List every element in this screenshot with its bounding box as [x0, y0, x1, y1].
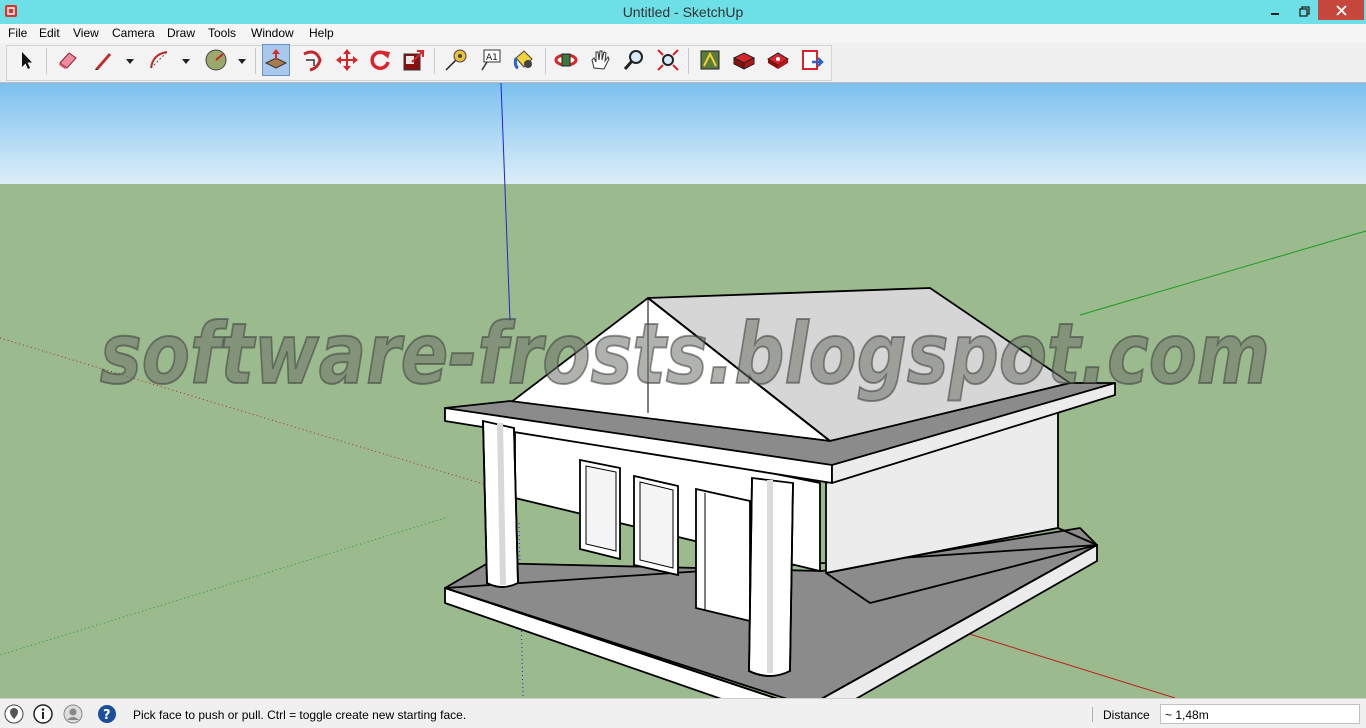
menu-bar: File Edit View Camera Draw Tools Window … [0, 24, 1366, 43]
toolbar-separator [46, 48, 47, 74]
model-viewport[interactable]: software-frosts.blogspot.com [0, 83, 1366, 698]
3d-warehouse-icon [700, 50, 720, 70]
paint-bucket-tool-button[interactable] [510, 44, 538, 76]
status-bar: ? Pick face to push or pull. Ctrl = togg… [0, 698, 1366, 728]
follow-me-tool-button[interactable] [298, 44, 326, 76]
minimize-button[interactable] [1262, 0, 1288, 22]
measurements-label: Distance [1103, 708, 1150, 722]
select-tool-button[interactable] [12, 44, 40, 76]
pan-tool-button[interactable] [586, 44, 614, 76]
rotate-tool-button[interactable] [366, 44, 394, 76]
menu-view[interactable]: View [73, 26, 99, 40]
text-tool-button[interactable]: A1 [476, 44, 504, 76]
line-tool-button[interactable] [89, 44, 117, 76]
arc-tool-button[interactable] [145, 44, 173, 76]
scale-tool-button[interactable] [400, 44, 428, 76]
move-tool-icon [336, 49, 358, 71]
push-pull-tool-button[interactable] [262, 44, 290, 76]
chevron-down-icon[interactable] [125, 57, 135, 65]
geo-location-icon[interactable] [4, 704, 24, 724]
svg-text:A1: A1 [486, 53, 498, 63]
menu-tools[interactable]: Tools [208, 26, 236, 40]
select-tool-icon [22, 52, 32, 69]
send-to-layout-icon [802, 50, 824, 70]
toolbar-separator [545, 48, 546, 74]
zoom-tool-button[interactable] [620, 44, 648, 76]
svg-text:?: ? [103, 708, 111, 723]
menu-draw[interactable]: Draw [167, 26, 195, 40]
measurements-input[interactable]: ~ 1,48m [1160, 704, 1360, 724]
minimize-icon [1271, 13, 1279, 15]
push-pull-tool-icon [264, 49, 288, 69]
arc-tool-icon [150, 51, 168, 69]
menu-help[interactable]: Help [309, 26, 334, 40]
eraser-tool-icon [59, 52, 77, 69]
toolbar-separator [255, 48, 256, 74]
watermark-text: software-frosts.blogspot.com [100, 305, 1270, 403]
circle-tool-icon [205, 49, 227, 71]
tape-measure-tool-button[interactable] [442, 44, 470, 76]
status-divider [1092, 707, 1093, 722]
toolbar-separator [434, 48, 435, 74]
close-button[interactable] [1318, 0, 1364, 20]
line-tool-icon [95, 53, 111, 70]
orbit-tool-button[interactable] [552, 44, 580, 76]
scale-tool-icon [403, 50, 424, 71]
sky [0, 83, 1366, 184]
tape-measure-tool-icon [445, 49, 467, 71]
credits-info-icon[interactable] [33, 704, 53, 724]
user-account-icon[interactable] [63, 704, 83, 724]
status-message: Pick face to push or pull. Ctrl = toggle… [133, 708, 467, 722]
extension-warehouse-icon [732, 52, 756, 70]
title-bar: Untitled - SketchUp [0, 0, 1366, 24]
zoom-extents-tool-icon [657, 49, 679, 71]
help-icon[interactable]: ? [97, 704, 117, 724]
close-icon [1335, 4, 1347, 16]
rotate-tool-icon [370, 50, 390, 70]
window-title: Untitled - SketchUp [622, 4, 744, 20]
scene-canvas: software-frosts.blogspot.com [0, 83, 1366, 698]
menu-edit[interactable]: Edit [39, 26, 60, 40]
orbit-tool-icon [554, 53, 578, 67]
restore-icon [1298, 5, 1310, 17]
pan-tool-icon [591, 50, 610, 70]
components-button[interactable] [764, 44, 792, 76]
3d-warehouse-button[interactable] [696, 44, 724, 76]
paint-bucket-tool-icon [513, 50, 533, 70]
circle-tool-button[interactable] [202, 44, 230, 76]
menu-window[interactable]: Window [251, 26, 294, 40]
extension-warehouse-button[interactable] [730, 44, 758, 76]
chevron-down-icon[interactable] [181, 57, 191, 65]
zoom-extents-tool-button[interactable] [654, 44, 682, 76]
follow-me-tool-icon [303, 50, 322, 72]
send-to-layout-button[interactable] [798, 44, 826, 76]
move-tool-button[interactable] [333, 44, 361, 76]
eraser-tool-button[interactable] [54, 44, 82, 76]
zoom-tool-icon [623, 50, 643, 70]
text-tool-icon: A1 [481, 49, 501, 71]
restore-button[interactable] [1291, 0, 1317, 22]
toolbar-separator [688, 48, 689, 74]
components-icon [767, 52, 789, 69]
chevron-down-icon[interactable] [237, 57, 247, 65]
menu-file[interactable]: File [8, 26, 27, 40]
menu-camera[interactable]: Camera [112, 26, 155, 40]
